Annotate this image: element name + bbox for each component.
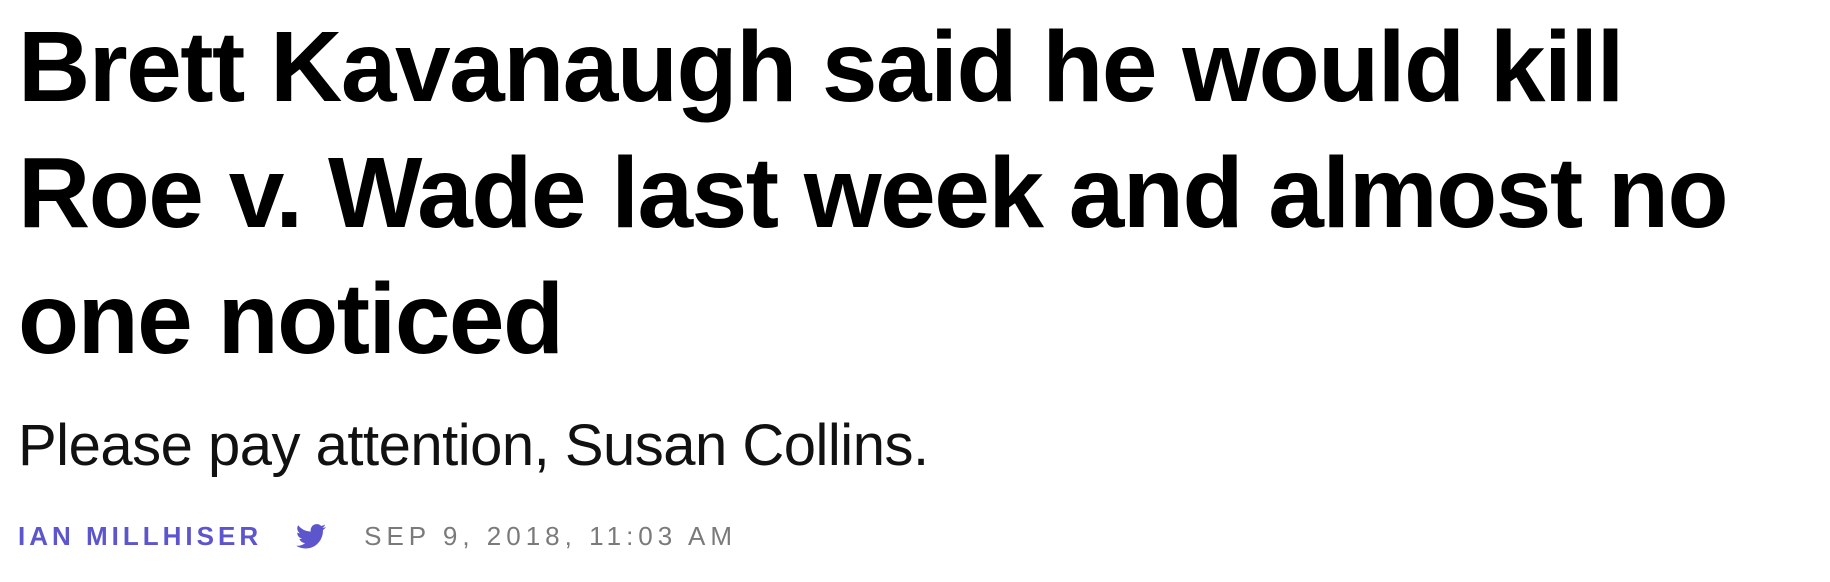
subheadline: Please pay attention, Susan Collins. — [18, 413, 929, 478]
author-link[interactable]: IAN MILLHISER — [18, 521, 262, 552]
publish-timestamp: SEP 9, 2018, 11:03 AM — [364, 520, 738, 551]
twitter-bird-icon — [296, 523, 327, 548]
article-header: Brett Kavanaugh said he would kill Roe v… — [0, 0, 1830, 582]
author-twitter-link[interactable] — [296, 523, 327, 549]
byline: IAN MILLHISER SEP 9, 2018, 11:03 AM — [18, 516, 1812, 556]
headline: Brett Kavanaugh said he would kill Roe v… — [18, 11, 1729, 375]
